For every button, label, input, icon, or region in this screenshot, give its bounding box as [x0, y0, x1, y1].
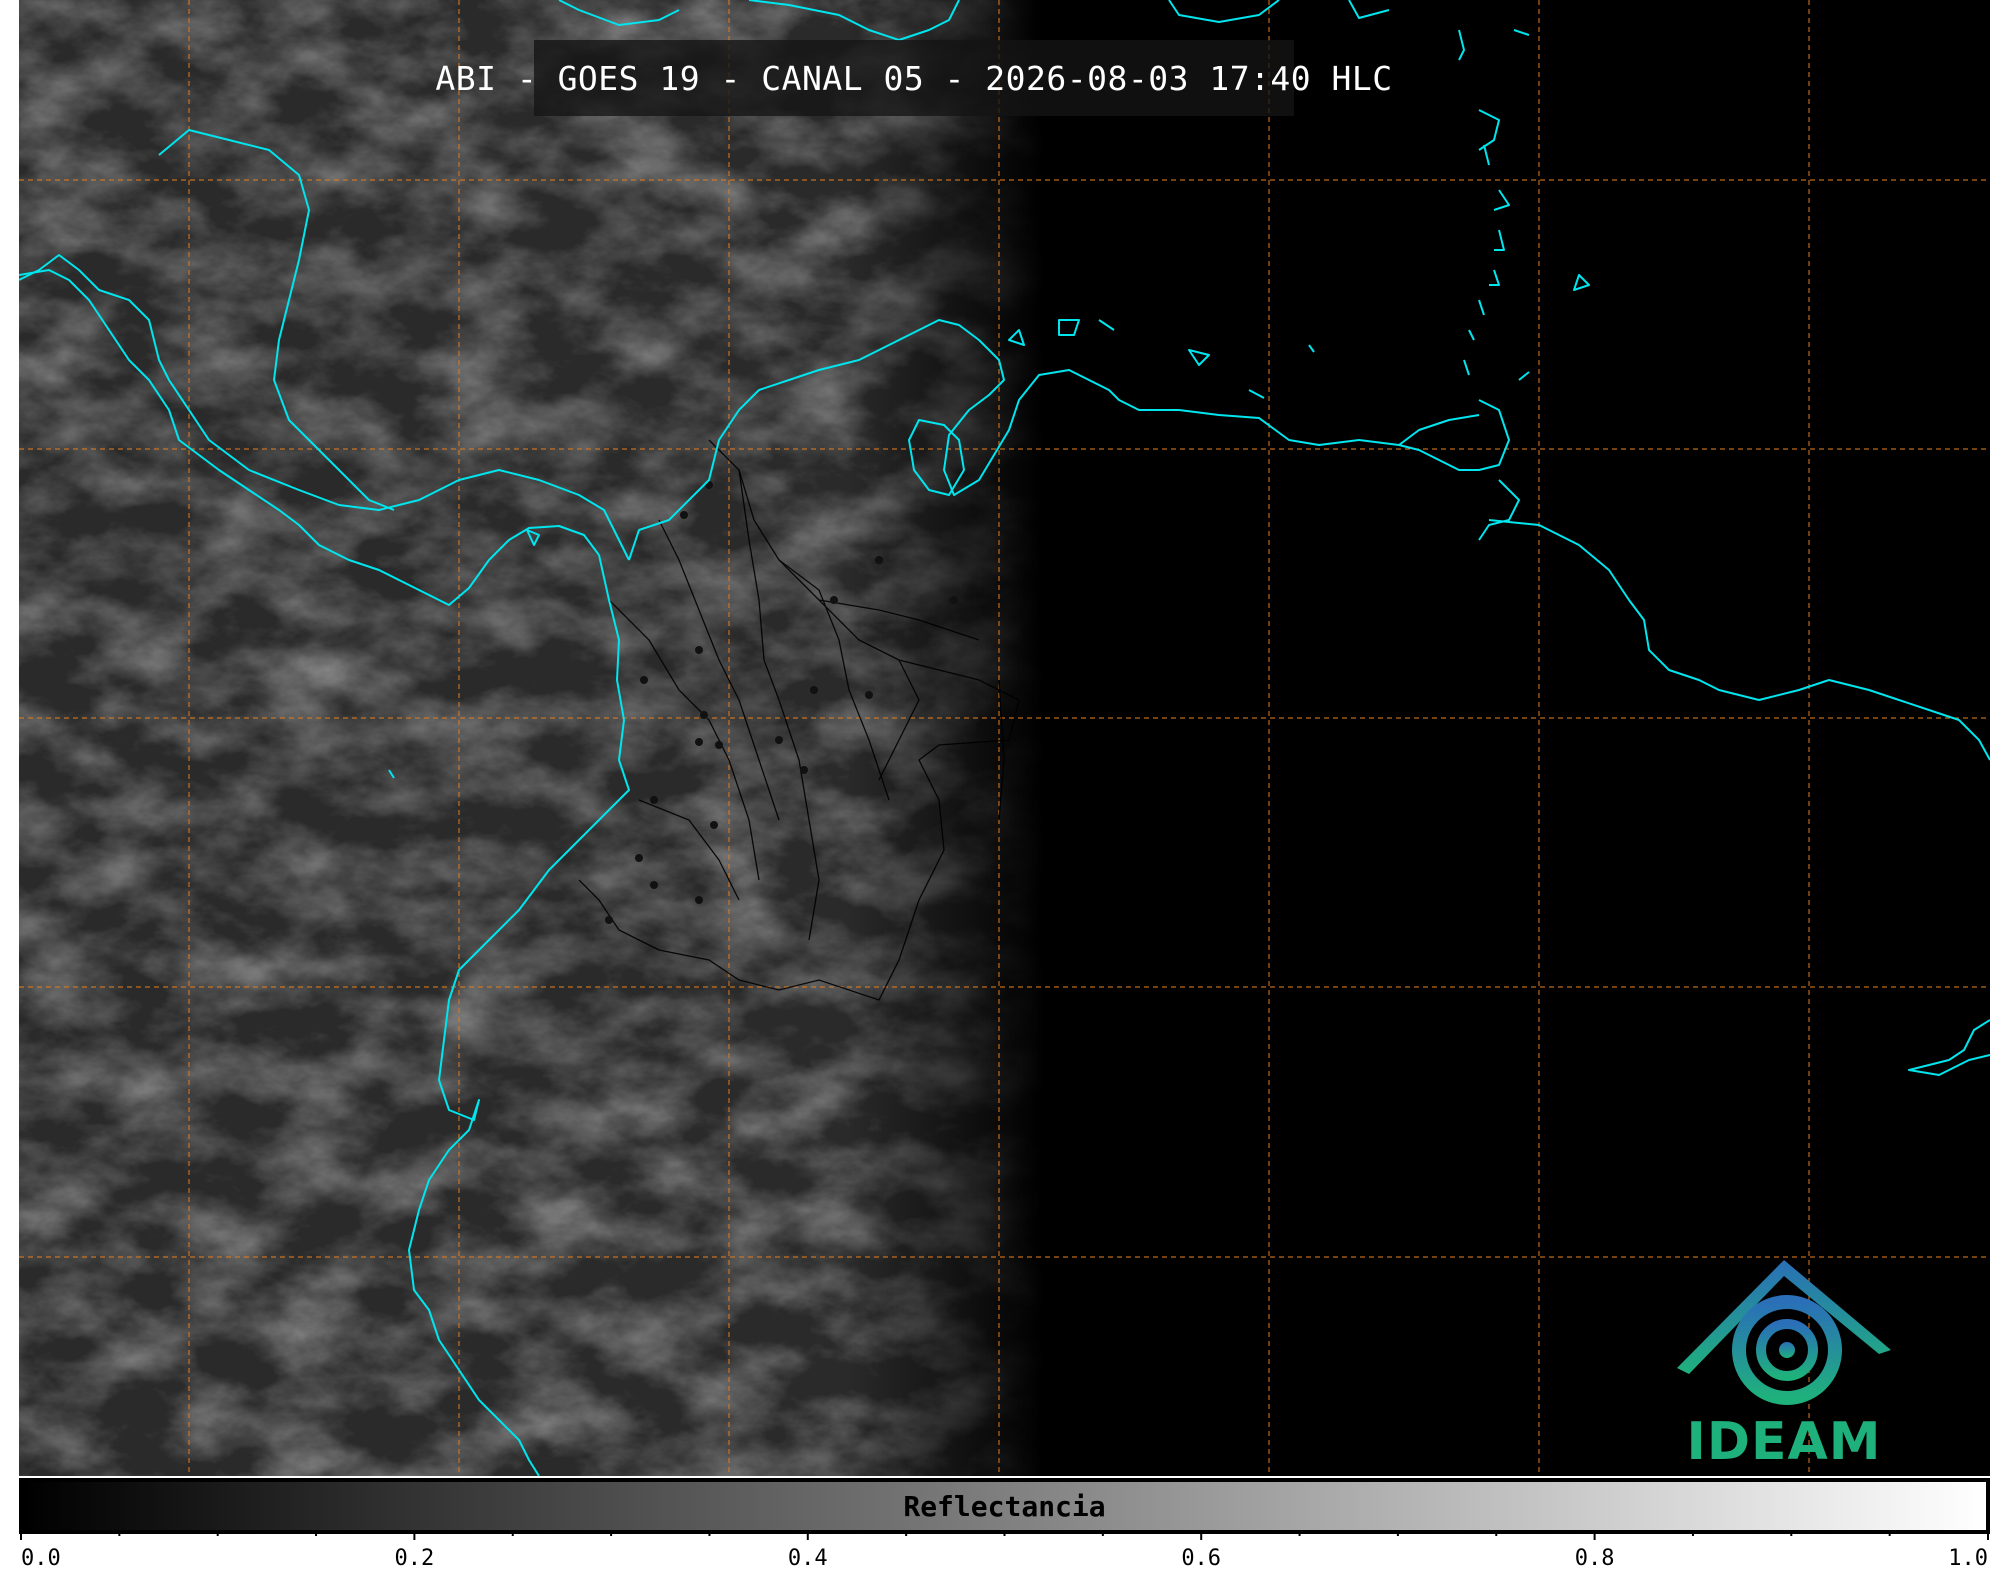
- tick-label: 0.8: [1575, 1546, 1615, 1571]
- ideam-logo-icon: [1677, 1260, 1891, 1405]
- logo-text: IDEAM: [1686, 1412, 1882, 1472]
- satellite-map: ABI - GOES 19 - CANAL 05 - 2026-08-03 17…: [19, 0, 1990, 1476]
- tick-label: 1.0: [1948, 1546, 1988, 1571]
- ideam-logo: IDEAM: [1669, 1250, 1899, 1472]
- title-box: ABI - GOES 19 - CANAL 05 - 2026-08-03 17…: [435, 40, 1392, 116]
- map-title: ABI - GOES 19 - CANAL 05 - 2026-08-03 17…: [435, 58, 1393, 98]
- tick-label: 0.6: [1181, 1546, 1221, 1571]
- tick-label: 0.4: [788, 1546, 828, 1571]
- colorbar-label: Reflectancia: [903, 1489, 1106, 1523]
- colorbar: Reflectancia: [19, 1478, 1990, 1534]
- tick-label: 0.2: [395, 1546, 435, 1571]
- colorbar-ticks: 0.0 0.2 0.4 0.6 0.8 1.0: [20, 1530, 1989, 1571]
- tick-label: 0.0: [21, 1546, 61, 1571]
